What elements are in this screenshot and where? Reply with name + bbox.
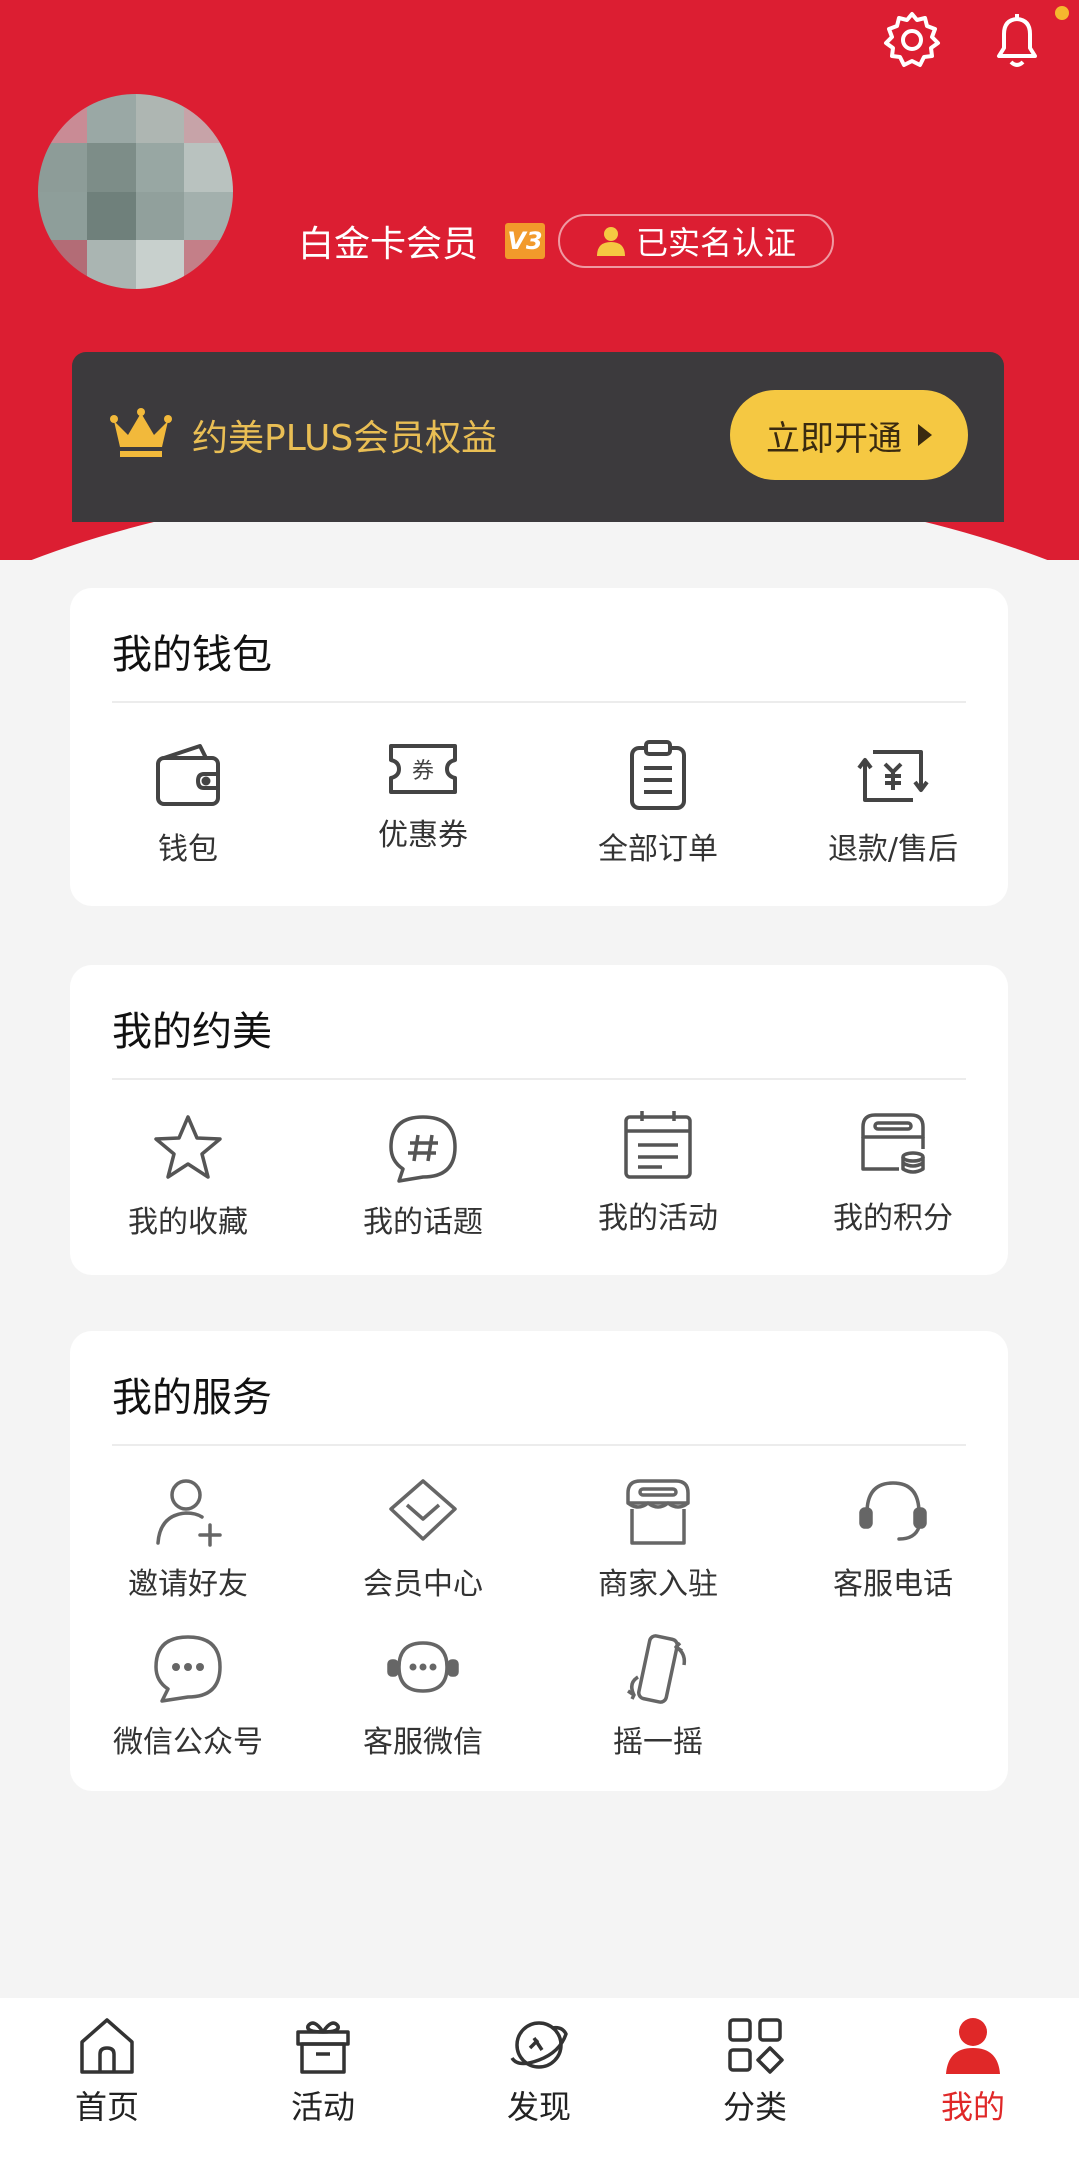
- topic-icon: [389, 1115, 457, 1183]
- member-level: 白金卡会员: [298, 224, 479, 265]
- discover-icon: [510, 2021, 568, 2069]
- store-icon: [626, 1479, 690, 1545]
- activities-item[interactable]: 我的活动: [541, 1107, 775, 1237]
- refund-item[interactable]: 退款/售后: [776, 738, 1010, 868]
- nav-discover[interactable]: 发现: [464, 2014, 614, 2128]
- nav-discover-label: 发现: [506, 2088, 571, 2126]
- bell-icon[interactable]: [985, 8, 1049, 72]
- wechat-official-label: 微信公众号: [113, 1725, 263, 1760]
- refund-icon: [857, 750, 929, 802]
- wallet-label: 钱包: [158, 832, 218, 867]
- chat-support-icon: [387, 1641, 459, 1693]
- member-center-label: 会员中心: [363, 1567, 483, 1602]
- wallet-section: 我的钱包 钱包 券 优惠券 全部订单 退款/售后: [70, 588, 1008, 906]
- star-icon: [154, 1115, 222, 1179]
- avatar[interactable]: [38, 94, 233, 289]
- invite-friends-item[interactable]: 邀请好友: [71, 1473, 305, 1603]
- plus-title: 约美PLUS会员权益: [192, 418, 498, 459]
- nav-category[interactable]: 分类: [680, 2014, 830, 2128]
- nav-profile[interactable]: 我的: [898, 2014, 1048, 2128]
- wallet-icon: [156, 744, 220, 806]
- nav-category-label: 分类: [722, 2088, 787, 2126]
- open-plus-label: 立即开通: [766, 418, 902, 459]
- service-phone-label: 客服电话: [833, 1567, 953, 1602]
- level-badge: V3: [505, 223, 545, 259]
- section-title: 我的钱包: [112, 632, 272, 678]
- add-user-icon: [156, 1479, 222, 1547]
- category-icon: [728, 2018, 784, 2074]
- person-icon: [597, 227, 625, 256]
- points-item[interactable]: 我的积分: [776, 1107, 1010, 1237]
- points-icon: [861, 1113, 925, 1174]
- coupon-icon: 券: [389, 744, 457, 794]
- calendar-icon: [624, 1111, 692, 1179]
- divider: [112, 701, 966, 703]
- verified-badge[interactable]: 已实名认证: [558, 214, 834, 268]
- gear-icon[interactable]: [880, 8, 944, 72]
- service-section: 我的服务 邀请好友 会员中心 商家入驻 客服电话 微信公众号 客服微信 摇一摇: [70, 1331, 1008, 1791]
- headset-icon: [859, 1481, 927, 1541]
- refund-label: 退款/售后: [827, 832, 959, 867]
- coupon-label: 优惠券: [378, 818, 468, 853]
- nav-profile-label: 我的: [940, 2088, 1005, 2126]
- profile-page: 白金卡会员 V3 已实名认证 约美PLUS会员权益 立即开通 我的钱包 钱包 券…: [0, 0, 1079, 2162]
- open-plus-button[interactable]: 立即开通: [730, 390, 968, 480]
- wechat-official-item[interactable]: 微信公众号: [71, 1631, 305, 1761]
- favorites-item[interactable]: 我的收藏: [71, 1111, 305, 1241]
- activities-label: 我的活动: [598, 1201, 718, 1236]
- verified-label: 已实名认证: [636, 224, 797, 262]
- shake-item[interactable]: 摇一摇: [541, 1631, 775, 1761]
- home-icon: [80, 2018, 134, 2074]
- service-wechat-item[interactable]: 客服微信: [306, 1631, 540, 1761]
- divider: [112, 1444, 966, 1446]
- nav-activity-label: 活动: [290, 2088, 355, 2126]
- all-orders-item[interactable]: 全部订单: [541, 738, 775, 868]
- nav-activity[interactable]: 活动: [248, 2014, 398, 2128]
- topics-item[interactable]: 我的话题: [306, 1111, 540, 1241]
- diamond-icon: [389, 1479, 457, 1541]
- svg-text:券: 券: [412, 759, 434, 784]
- favorites-label: 我的收藏: [128, 1205, 248, 1240]
- service-phone-item[interactable]: 客服电话: [776, 1473, 1010, 1603]
- yuemei-section: 我的约美 我的收藏 我的话题 我的活动 我的积分: [70, 965, 1008, 1275]
- crown-icon: [110, 408, 172, 457]
- chat-icon: [154, 1635, 222, 1703]
- profile-icon: [946, 2018, 1000, 2074]
- topics-label: 我的话题: [363, 1205, 483, 1240]
- member-center-item[interactable]: 会员中心: [306, 1473, 540, 1603]
- bottom-nav: 首页 活动 发现 分类 我的: [0, 1998, 1079, 2162]
- service-wechat-label: 客服微信: [363, 1725, 483, 1760]
- gift-icon: [296, 2021, 350, 2074]
- all-orders-label: 全部订单: [598, 832, 718, 867]
- merchant-join-item[interactable]: 商家入驻: [541, 1473, 775, 1603]
- nav-home-label: 首页: [74, 2088, 139, 2126]
- orders-icon: [630, 740, 686, 810]
- divider: [112, 1078, 966, 1080]
- section-title: 我的约美: [112, 1009, 272, 1055]
- points-label: 我的积分: [833, 1201, 953, 1236]
- coupon-item[interactable]: 券 优惠券: [306, 738, 540, 854]
- shake-phone-icon: [627, 1634, 687, 1704]
- notification-dot: [1055, 6, 1069, 20]
- merchant-join-label: 商家入驻: [598, 1567, 718, 1602]
- nav-home[interactable]: 首页: [32, 2014, 182, 2128]
- invite-friends-label: 邀请好友: [128, 1567, 248, 1602]
- wallet-item[interactable]: 钱包: [71, 738, 305, 868]
- play-arrow-icon: [918, 424, 932, 446]
- shake-label: 摇一摇: [613, 1725, 703, 1760]
- plus-membership-card[interactable]: 约美PLUS会员权益 立即开通: [72, 352, 1004, 522]
- section-title: 我的服务: [112, 1375, 272, 1421]
